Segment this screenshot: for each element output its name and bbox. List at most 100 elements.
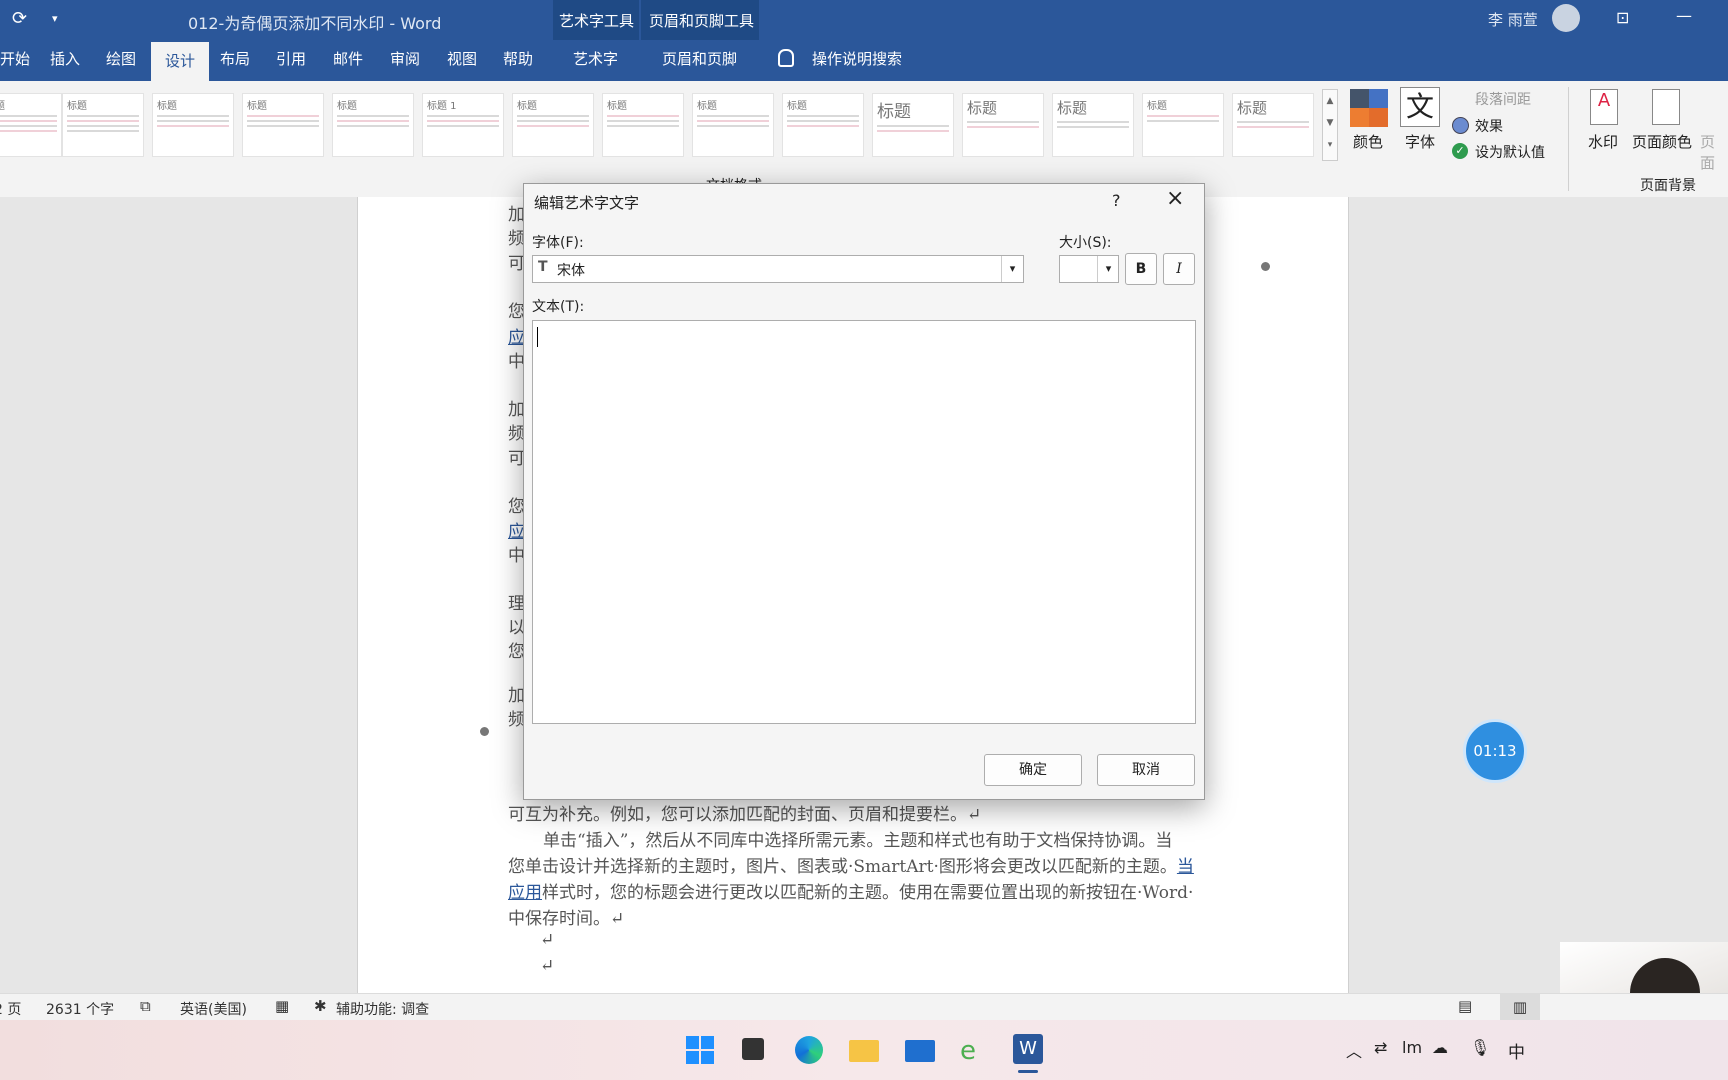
- font-select[interactable]: T 宋体 ▾: [532, 255, 1024, 283]
- watermark-icon[interactable]: A: [1590, 89, 1618, 125]
- tab-headerfooter[interactable]: 页眉和页脚: [658, 48, 741, 69]
- style-thumb[interactable]: 标题: [1232, 93, 1314, 157]
- effects-label[interactable]: 效果: [1475, 116, 1503, 136]
- accessibility-icon[interactable]: ✱: [314, 997, 327, 1015]
- text-caret: [537, 327, 538, 347]
- tab-draw[interactable]: 绘图: [102, 48, 140, 69]
- wordart-handle[interactable]: [480, 727, 489, 736]
- style-thumb[interactable]: 标题 1: [422, 93, 504, 157]
- doc-link-text: 应用: [508, 883, 542, 903]
- tell-me-search[interactable]: 操作说明搜索: [808, 48, 906, 69]
- size-select[interactable]: ▾: [1059, 255, 1119, 283]
- doc-line: 应用样式时，您的标题会进行更改以匹配新的主题。使用在需要位置出现的新按钮在·Wo…: [508, 878, 1193, 903]
- task-view-icon[interactable]: [742, 1038, 764, 1060]
- language[interactable]: 英语(美国): [180, 999, 247, 1019]
- tab-wordart[interactable]: 艺术字: [569, 48, 622, 69]
- microphone-icon[interactable]: 🎙: [1470, 1038, 1490, 1057]
- edge-icon[interactable]: [795, 1036, 823, 1064]
- autosave-icon[interactable]: ⟳: [12, 8, 27, 29]
- page-color-button[interactable]: 页面颜色: [1632, 131, 1692, 152]
- avatar[interactable]: [1552, 4, 1580, 32]
- paragraph-mark: ↵: [540, 956, 555, 976]
- tab-home[interactable]: 开始: [0, 48, 34, 69]
- minimize-icon[interactable]: —: [1676, 6, 1692, 25]
- user-name[interactable]: 李 雨萱: [1488, 9, 1538, 30]
- style-thumb[interactable]: 标题: [152, 93, 234, 157]
- help-button[interactable]: ?: [1112, 191, 1121, 210]
- paragraph-mark: ↵: [540, 930, 555, 950]
- style-thumb[interactable]: 标题: [332, 93, 414, 157]
- onedrive-icon[interactable]: ☁: [1432, 1038, 1448, 1057]
- cancel-button[interactable]: 取消: [1097, 754, 1195, 786]
- colors-swatch-icon[interactable]: [1350, 89, 1388, 127]
- effects-icon[interactable]: [1452, 117, 1469, 134]
- wordart-text-area[interactable]: [532, 320, 1196, 724]
- ok-button[interactable]: 确定: [984, 754, 1082, 786]
- truetype-font-icon: T: [538, 259, 548, 275]
- tab-layout[interactable]: 布局: [216, 48, 254, 69]
- page-count[interactable]: 2 页: [0, 999, 21, 1019]
- set-default-button[interactable]: 设为默认值: [1475, 142, 1545, 162]
- style-thumb[interactable]: 标题: [1052, 93, 1134, 157]
- check-icon: ✓: [1452, 143, 1468, 159]
- tab-references[interactable]: 引用: [272, 48, 310, 69]
- tab-mailings[interactable]: 邮件: [329, 48, 367, 69]
- title-bar: ⟳ ▾ 012-为奇偶页添加不同水印 - Word 李 雨萱 ⊡ —: [0, 0, 1728, 40]
- close-icon[interactable]: ×: [1166, 186, 1184, 211]
- style-thumb[interactable]: 标题: [962, 93, 1044, 157]
- lightbulb-icon: [778, 49, 794, 67]
- context-tab-headerfooter: 页眉和页脚工具: [649, 12, 755, 30]
- tray-app-icon[interactable]: ⅼⅿ: [1402, 1038, 1422, 1057]
- style-thumb[interactable]: 标题: [1142, 93, 1224, 157]
- style-thumb[interactable]: 标题: [692, 93, 774, 157]
- page-border-label-partial[interactable]: 页面: [1700, 131, 1728, 173]
- style-thumb[interactable]: 标题: [872, 93, 954, 157]
- tab-review[interactable]: 审阅: [386, 48, 424, 69]
- word-count[interactable]: 2631 个字: [46, 999, 114, 1019]
- gallery-scroll[interactable]: ▲ ▼ ▾: [1322, 89, 1338, 161]
- quick-access-dropdown-icon[interactable]: ▾: [52, 12, 58, 25]
- doc-line: 中保存时间。↵: [508, 909, 625, 929]
- tray-chevron-icon[interactable]: ︿: [1346, 1038, 1362, 1062]
- doc-line: 可互为补充。例如，您可以添加匹配的封面、页眉和提要栏。↵: [508, 805, 982, 825]
- wordart-handle[interactable]: [1261, 262, 1270, 271]
- style-thumb[interactable]: 标题: [0, 93, 62, 157]
- ime-indicator[interactable]: 中: [1508, 1038, 1525, 1063]
- print-layout-icon[interactable]: ▥: [1500, 994, 1540, 1020]
- windows-start-icon[interactable]: [686, 1036, 714, 1064]
- macro-icon[interactable]: ▦: [275, 997, 289, 1015]
- group-divider: [1568, 87, 1569, 191]
- size-label: 大小(S):: [1059, 235, 1112, 251]
- page-background-group-label: 页面背景: [1640, 178, 1696, 194]
- page-color-icon[interactable]: [1652, 89, 1680, 125]
- word-app-icon[interactable]: W: [1013, 1034, 1043, 1064]
- text-label: 文本(T):: [532, 299, 585, 315]
- style-thumb[interactable]: 标题: [602, 93, 684, 157]
- chevron-down-icon[interactable]: ▾: [1097, 256, 1119, 282]
- proofing-icon[interactable]: ⧉: [140, 997, 151, 1015]
- style-thumb[interactable]: 标题: [782, 93, 864, 157]
- file-explorer-icon[interactable]: [849, 1040, 879, 1062]
- colors-label[interactable]: 颜色: [1353, 131, 1383, 152]
- mail-icon[interactable]: [905, 1040, 935, 1062]
- style-thumb[interactable]: 标题: [512, 93, 594, 157]
- edit-wordart-dialog: 编辑艺术字文字 ? × 字体(F): T 宋体 ▾ 大小(S): ▾ B I 文…: [523, 183, 1205, 800]
- fonts-icon[interactable]: 文: [1400, 87, 1440, 127]
- tab-view[interactable]: 视图: [443, 48, 481, 69]
- italic-button[interactable]: I: [1163, 253, 1195, 285]
- ie-icon[interactable]: e: [960, 1036, 976, 1066]
- chevron-down-icon[interactable]: ▾: [1001, 256, 1023, 282]
- read-mode-icon[interactable]: ▤: [1458, 997, 1472, 1015]
- tab-design[interactable]: 设计: [151, 42, 210, 81]
- style-thumb[interactable]: 标题: [242, 93, 324, 157]
- dialog-title: 编辑艺术字文字: [534, 194, 640, 212]
- accessibility-status[interactable]: 辅助功能: 调查: [336, 999, 429, 1019]
- watermark-button[interactable]: 水印: [1588, 131, 1618, 152]
- tab-insert[interactable]: 插入: [46, 48, 84, 69]
- tab-help[interactable]: 帮助: [499, 48, 537, 69]
- style-thumb[interactable]: 标题: [62, 93, 144, 157]
- fonts-label[interactable]: 字体: [1405, 131, 1435, 152]
- bold-button[interactable]: B: [1125, 253, 1157, 285]
- tray-settings-icon[interactable]: ⇄: [1374, 1038, 1387, 1057]
- ribbon-display-icon[interactable]: ⊡: [1616, 8, 1629, 27]
